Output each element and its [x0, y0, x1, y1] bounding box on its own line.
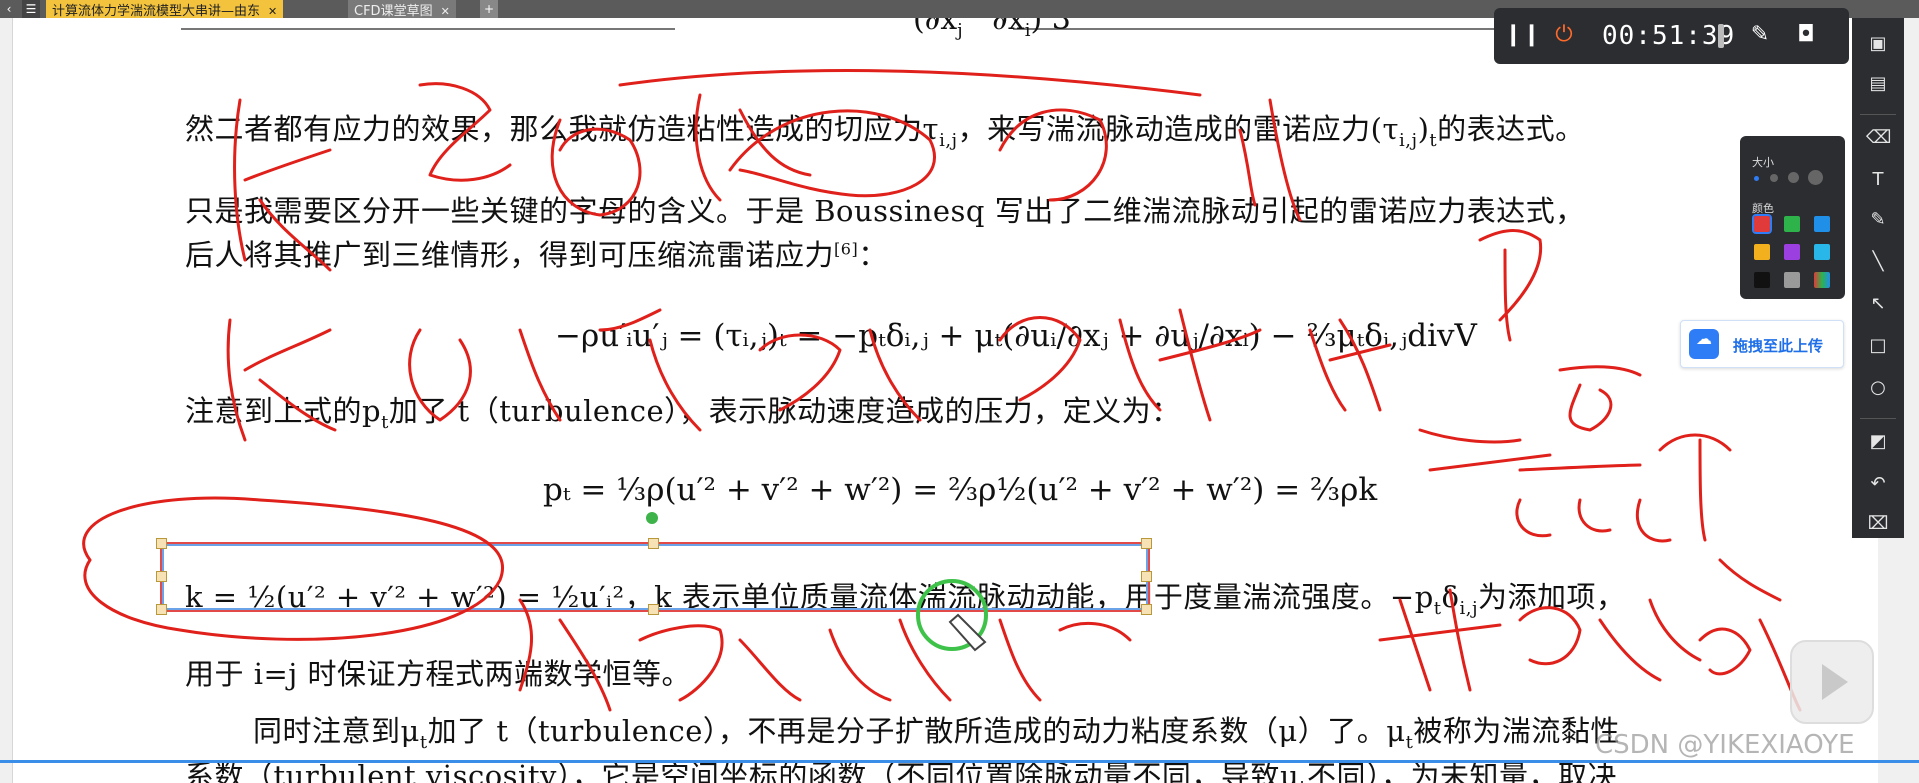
clear-icon[interactable]: ⌧ — [1866, 512, 1890, 536]
paragraph-2: 只是我需要区分开一些关键的字母的含义。于是 Boussinesq 写出了二维湍流… — [185, 194, 1585, 228]
image-icon[interactable]: ▤ — [1866, 72, 1890, 96]
paragraph-7: 同时注意到μt加了 t（turbulence），不再是分子扩散所造成的动力粘度系… — [253, 714, 1620, 753]
color-swatch-gray[interactable] — [1784, 272, 1800, 288]
tab-cfd-sketch-label: CFD课堂草图 — [354, 4, 433, 18]
menu-icon[interactable]: ☰ — [22, 0, 40, 18]
screen-recorder-widget: ❙❙ ⏻ 00:51:39 ✎ ◘ — [1494, 8, 1849, 64]
resize-handle[interactable] — [156, 538, 167, 549]
play-icon — [1822, 664, 1848, 700]
eraser-icon[interactable]: ⌫ — [1866, 126, 1891, 150]
stop-icon[interactable]: ⏻ — [1550, 22, 1578, 50]
color-swatch-green[interactable] — [1784, 216, 1800, 232]
back-icon[interactable]: ‹ — [0, 0, 18, 18]
whiteboard-toolbar: ▣ ▤ ⌫ T ✎ ╲ ↖ □ ○ ◩ ↶ ⌧ — [1852, 18, 1904, 538]
paragraph-1: 然二者都有应力的效果，那么我就仿造粘性造成的切应力τi,j，来写湍流脉动造成的雷… — [185, 112, 1585, 151]
resize-handle[interactable] — [648, 604, 659, 615]
progress-line — [0, 760, 1919, 763]
paragraph-4: 注意到上式的pt加了 t（turbulence），表示脉动速度造成的压力，定义为… — [185, 394, 1181, 433]
arrow-icon[interactable]: ↖ — [1866, 292, 1890, 316]
rotate-handle[interactable] — [646, 512, 658, 524]
resize-handle[interactable] — [156, 571, 167, 582]
size-label: 大小 — [1752, 156, 1774, 169]
close-icon[interactable]: ✕ — [441, 5, 450, 18]
size-option[interactable] — [1788, 172, 1799, 183]
document-page: (∂xj ∂xi) 3 然二者都有应力的效果，那么我就仿造粘性造成的切应力τi,… — [12, 18, 1878, 783]
level-meter — [1718, 24, 1724, 48]
ellipse-icon[interactable]: ○ — [1866, 376, 1890, 400]
upload-drop-button[interactable]: ☁ 拖拽至此上传 — [1680, 320, 1844, 368]
upload-label: 拖拽至此上传 — [1733, 337, 1824, 355]
color-swatch-yellow[interactable] — [1754, 244, 1770, 260]
color-label: 颜色 — [1752, 202, 1774, 215]
line-icon[interactable]: ╲ — [1866, 250, 1890, 274]
color-swatch-blue[interactable] — [1814, 216, 1830, 232]
recording-timer: 00:51:39 — [1602, 21, 1736, 51]
color-swatch-black[interactable] — [1754, 272, 1770, 288]
new-tab-icon[interactable]: + — [480, 0, 498, 18]
color-swatch-cyan[interactable] — [1814, 244, 1830, 260]
color-swatch-purple[interactable] — [1784, 244, 1800, 260]
paragraph-6: 用于 i=j 时保证方程式两端数学恒等。 — [185, 657, 692, 691]
tab-document-label: 计算流体力学湍流模型大串讲—由东 — [52, 4, 261, 18]
pen-icon[interactable]: ✎ — [1746, 22, 1774, 50]
pen-icon[interactable]: ✎ — [1866, 208, 1890, 232]
resize-handle[interactable] — [648, 538, 659, 549]
pause-icon[interactable]: ❙❙ — [1504, 22, 1541, 50]
divider — [1013, 28, 1513, 30]
size-option[interactable] — [1770, 174, 1778, 182]
selection-box[interactable] — [160, 542, 1150, 612]
tab-document[interactable]: 计算流体力学湍流模型大串讲—由东 ✕ — [46, 0, 284, 18]
cloud-icon: ☁ — [1689, 329, 1719, 359]
size-option[interactable] — [1754, 176, 1759, 181]
close-icon[interactable]: ✕ — [268, 5, 277, 18]
toolbar-divider — [1860, 114, 1896, 115]
paragraph-8: 系数（turbulent viscosity），它是空间坐标的函数（不同位置除脉… — [185, 759, 1617, 783]
paragraph-3: 后人将其推广到三维情形，得到可压缩流雷诺应力[6]： — [185, 238, 888, 272]
rectangle-icon[interactable]: □ — [1866, 334, 1890, 358]
size-option[interactable] — [1808, 170, 1823, 185]
color-swatch-red[interactable] — [1752, 214, 1772, 234]
tab-cfd-sketch[interactable]: CFD课堂草图 ✕ — [348, 0, 456, 18]
fill-icon[interactable]: ◩ — [1866, 430, 1890, 454]
resize-handle[interactable] — [1141, 604, 1152, 615]
resize-handle[interactable] — [156, 604, 167, 615]
undo-icon[interactable]: ↶ — [1866, 472, 1890, 496]
top-formula-fragment: (∂xj ∂xi) 3 — [913, 18, 1071, 41]
text-icon[interactable]: T — [1866, 168, 1890, 192]
floating-play-icon[interactable] — [1790, 640, 1874, 724]
resize-handle[interactable] — [1141, 538, 1152, 549]
toolbar-divider — [1860, 418, 1896, 419]
color-swatch-custom[interactable] — [1814, 272, 1830, 288]
watermark: CSDN @YIKEXIAOYE — [1595, 730, 1855, 760]
pen-settings-panel: 大小 颜色 — [1740, 136, 1845, 299]
pressure-formula: pₜ = ⅓ρ(u′² + v′² + w′²) = ⅔ρ½(u′² + v′²… — [543, 472, 1378, 508]
reynolds-stress-formula: −ρu′ᵢu′ⱼ = (τᵢ,ⱼ)ₜ = −pₜδᵢ,ⱼ + μₜ(∂uᵢ/∂x… — [555, 318, 1477, 354]
save-icon[interactable]: ▣ — [1866, 32, 1890, 56]
camera-icon[interactable]: ◘ — [1792, 22, 1820, 50]
resize-handle[interactable] — [1141, 571, 1152, 582]
divider — [181, 28, 675, 30]
